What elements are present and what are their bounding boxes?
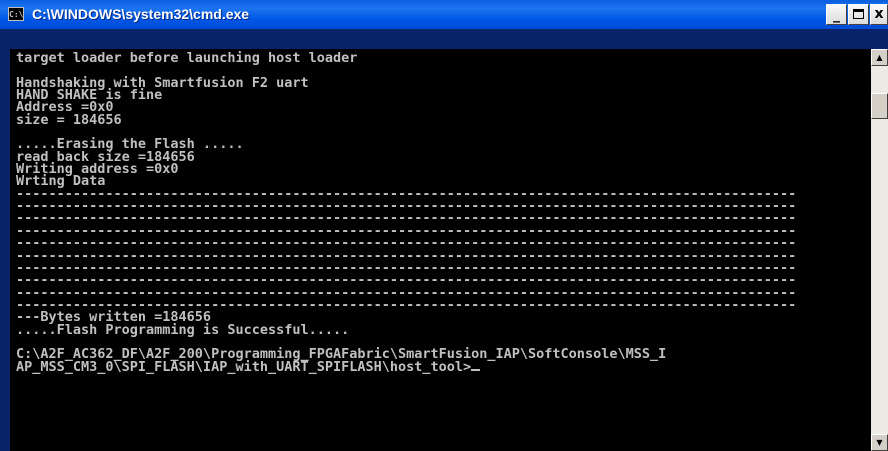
text-cursor bbox=[471, 368, 481, 371]
window-title: C:\WINDOWS\system32\cmd.exe bbox=[32, 6, 250, 22]
scroll-up-arrow-icon: ▲ bbox=[876, 53, 883, 62]
console-text: target loader before launching host load… bbox=[16, 50, 871, 374]
maximize-button[interactable] bbox=[848, 4, 869, 25]
scroll-down-button[interactable]: ▼ bbox=[871, 434, 888, 451]
minimize-icon: _ bbox=[833, 7, 840, 23]
maximize-icon bbox=[853, 9, 864, 19]
scroll-down-arrow-icon: ▼ bbox=[876, 438, 883, 447]
console-line: AP_MSS_CM3_0\SPI_FLASH\IAP_with_UART_SPI… bbox=[16, 360, 871, 374]
console-line: size = 184656 bbox=[16, 111, 122, 128]
console-line: .....Flash Programming is Successful....… bbox=[16, 321, 350, 338]
console-line: Address =0x0 bbox=[16, 99, 114, 116]
title-bar[interactable]: C:\ C:\WINDOWS\system32\cmd.exe _ x bbox=[0, 0, 888, 29]
console-line: HAND SHAKE is fine bbox=[16, 87, 163, 104]
console-line: target loader before launching host load… bbox=[16, 50, 358, 66]
scroll-up-button[interactable]: ▲ bbox=[871, 49, 888, 66]
close-button[interactable]: x bbox=[870, 4, 888, 25]
close-icon: x bbox=[874, 6, 884, 22]
console-output[interactable]: target loader before launching host load… bbox=[10, 49, 871, 451]
cmd-icon[interactable]: C:\ bbox=[8, 7, 24, 21]
minimize-button[interactable]: _ bbox=[826, 4, 847, 25]
vertical-scrollbar[interactable]: ▲ ▼ bbox=[871, 49, 888, 451]
scroll-thumb[interactable] bbox=[871, 93, 888, 119]
console-line: Writing address =0x0 bbox=[16, 161, 179, 178]
cmd-window: C:\ C:\WINDOWS\system32\cmd.exe _ x targ… bbox=[0, 0, 888, 451]
